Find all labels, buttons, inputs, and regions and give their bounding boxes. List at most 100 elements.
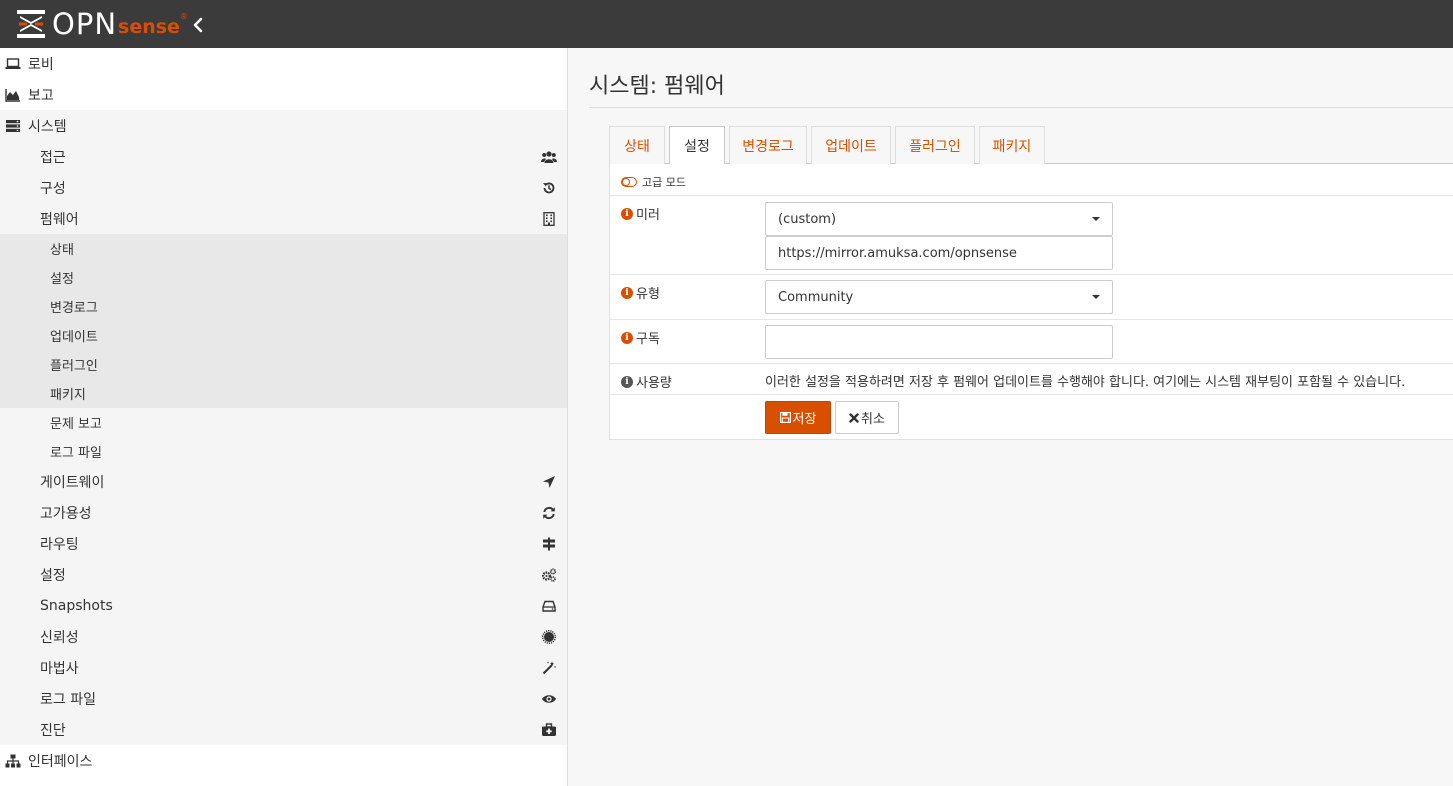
sidebar-item-settings[interactable]: 설정 — [0, 559, 567, 590]
building-icon — [541, 211, 557, 227]
mirror-label: i 미러 — [621, 204, 660, 223]
medkit-icon — [541, 722, 557, 738]
sidebar-item-label: 업데이트 — [50, 330, 98, 345]
sidebar-item-label: 고가용성 — [40, 505, 92, 522]
subscription-row: i 구독 — [610, 319, 1453, 363]
sidebar-item-label: 설정 — [40, 567, 66, 584]
page-title: 시스템: 펌웨어 — [589, 74, 725, 99]
sidebar-item-log-files[interactable]: 로그 파일 — [0, 683, 567, 714]
settings-panel: 고급 모드 i 미러 (custom) https://mirror.amuks… — [609, 164, 1453, 440]
tab-status[interactable]: 상태 — [609, 126, 665, 164]
refresh-icon — [541, 505, 557, 521]
mirror-select[interactable]: (custom) — [765, 202, 1113, 236]
tab-changelog[interactable]: 변경로그 — [729, 126, 807, 164]
top-bar: OPN sense ® — [0, 0, 1453, 48]
close-icon — [849, 412, 859, 423]
sidebar-item-label: 신뢰성 — [40, 629, 79, 646]
mirror-selected-value: (custom) — [778, 211, 837, 227]
usage-label: i 사용량 — [621, 372, 672, 391]
cogs-icon — [541, 567, 557, 583]
cancel-button[interactable]: 취소 — [835, 401, 899, 434]
brand-sense: sense — [118, 16, 180, 38]
sidebar-item-wizard[interactable]: 마법사 — [0, 652, 567, 683]
type-label: i 유형 — [621, 283, 660, 302]
chevron-left-icon[interactable] — [188, 14, 208, 36]
info-icon[interactable]: i — [621, 207, 633, 220]
sidebar-subitem-log-files[interactable]: 로그 파일 — [0, 437, 567, 466]
mirror-url-input[interactable]: https://mirror.amuksa.com/opnsense — [765, 236, 1113, 270]
sidebar-item-configuration[interactable]: 구성 — [0, 172, 567, 203]
sidebar-item-label: 펌웨어 — [40, 211, 79, 228]
sidebar-item-label: 상태 — [50, 243, 74, 258]
sidebar-item-label: 접근 — [40, 149, 66, 166]
tab-bar: 상태 설정 변경로그 업데이트 플러그인 패키지 — [609, 122, 1453, 165]
users-icon — [541, 149, 557, 165]
opnsense-logo[interactable]: OPN sense ® — [16, 8, 188, 40]
sidebar-item-label: 로비 — [28, 56, 54, 73]
sidebar-item-firmware[interactable]: 펌웨어 — [0, 203, 567, 234]
sidebar-item-label: 로그 파일 — [40, 691, 96, 708]
sidebar-item-diagnostics[interactable]: 진단 — [0, 714, 567, 745]
sidebar-item-reporting[interactable]: 보고 — [0, 79, 567, 110]
sidebar-item-label: 구성 — [40, 180, 66, 197]
magic-icon — [541, 660, 557, 676]
mirror-label-text: 미러 — [636, 208, 660, 223]
info-icon[interactable]: i — [621, 286, 633, 299]
sidebar-subitem-packages[interactable]: 패키지 — [0, 379, 567, 408]
save-label: 저장 — [792, 412, 817, 427]
type-select[interactable]: Community — [765, 280, 1113, 314]
type-row: i 유형 Community — [610, 274, 1453, 319]
actions-row: 저장 취소 — [610, 394, 1453, 439]
main-content: 시스템: 펌웨어 상태 설정 변경로그 업데이트 플러그인 패키지 고급 모드 … — [569, 48, 1453, 786]
sitemap-icon — [5, 753, 21, 769]
info-icon[interactable]: i — [621, 375, 633, 388]
sidebar-subitem-status[interactable]: 상태 — [0, 234, 567, 263]
sidebar-item-lobby[interactable]: 로비 — [0, 48, 567, 79]
subscription-label-text: 구독 — [636, 332, 660, 347]
sidebar-item-label: 보고 — [28, 87, 54, 104]
type-selected-value: Community — [778, 289, 854, 305]
sidebar-item-trust[interactable]: 신뢰성 — [0, 621, 567, 652]
sidebar-item-high-availability[interactable]: 고가용성 — [0, 497, 567, 528]
tab-settings[interactable]: 설정 — [669, 126, 725, 165]
advanced-mode-toggle[interactable]: 고급 모드 — [621, 174, 686, 190]
cancel-label: 취소 — [861, 412, 885, 427]
sidebar-subitem-plugins[interactable]: 플러그인 — [0, 350, 567, 379]
sidebar-item-system[interactable]: 시스템 — [0, 110, 567, 141]
area-chart-icon — [5, 87, 21, 103]
server-icon — [5, 118, 21, 134]
certificate-icon — [541, 629, 557, 645]
toggle-off-icon — [621, 177, 637, 187]
sidebar-subitem-changelog[interactable]: 변경로그 — [0, 292, 567, 321]
sidebar-item-label: Snapshots — [40, 597, 113, 614]
location-arrow-icon — [541, 474, 557, 490]
type-label-text: 유형 — [636, 287, 660, 302]
laptop-icon — [5, 56, 21, 72]
caret-down-icon — [1092, 295, 1100, 299]
sidebar-subitem-settings[interactable]: 설정 — [0, 263, 567, 292]
save-icon — [779, 412, 791, 423]
tab-updates[interactable]: 업데이트 — [811, 126, 891, 164]
sidebar-item-interfaces[interactable]: 인터페이스 — [0, 745, 567, 776]
sidebar-item-label: 패키지 — [50, 388, 86, 403]
save-button[interactable]: 저장 — [765, 401, 831, 434]
sidebar-item-label: 문제 보고 — [50, 417, 102, 432]
sidebar-item-access[interactable]: 접근 — [0, 141, 567, 172]
sidebar-item-label: 설정 — [50, 272, 74, 287]
subscription-input[interactable] — [765, 325, 1113, 359]
sidebar-item-gateways[interactable]: 게이트웨이 — [0, 466, 567, 497]
sidebar-item-snapshots[interactable]: Snapshots — [0, 590, 567, 621]
sidebar-item-label: 게이트웨이 — [40, 474, 105, 491]
sidebar-subitem-updates[interactable]: 업데이트 — [0, 321, 567, 350]
tab-plugins[interactable]: 플러그인 — [895, 126, 975, 164]
sidebar-item-label: 라우팅 — [40, 536, 79, 553]
advanced-mode-label: 고급 모드 — [642, 176, 686, 189]
tab-packages[interactable]: 패키지 — [979, 126, 1045, 164]
sidebar-item-label: 플러그인 — [50, 359, 98, 374]
info-icon[interactable]: i — [621, 331, 633, 344]
brand-name: OPN — [52, 7, 118, 41]
sidebar: 로비 보고 시스템 접근 구성 펌웨어 상태 설정 변경로그 업데이트 플러그인… — [0, 48, 568, 786]
usage-label-text: 사용량 — [636, 376, 672, 391]
sidebar-subitem-report-issue[interactable]: 문제 보고 — [0, 408, 567, 437]
sidebar-item-routing[interactable]: 라우팅 — [0, 528, 567, 559]
